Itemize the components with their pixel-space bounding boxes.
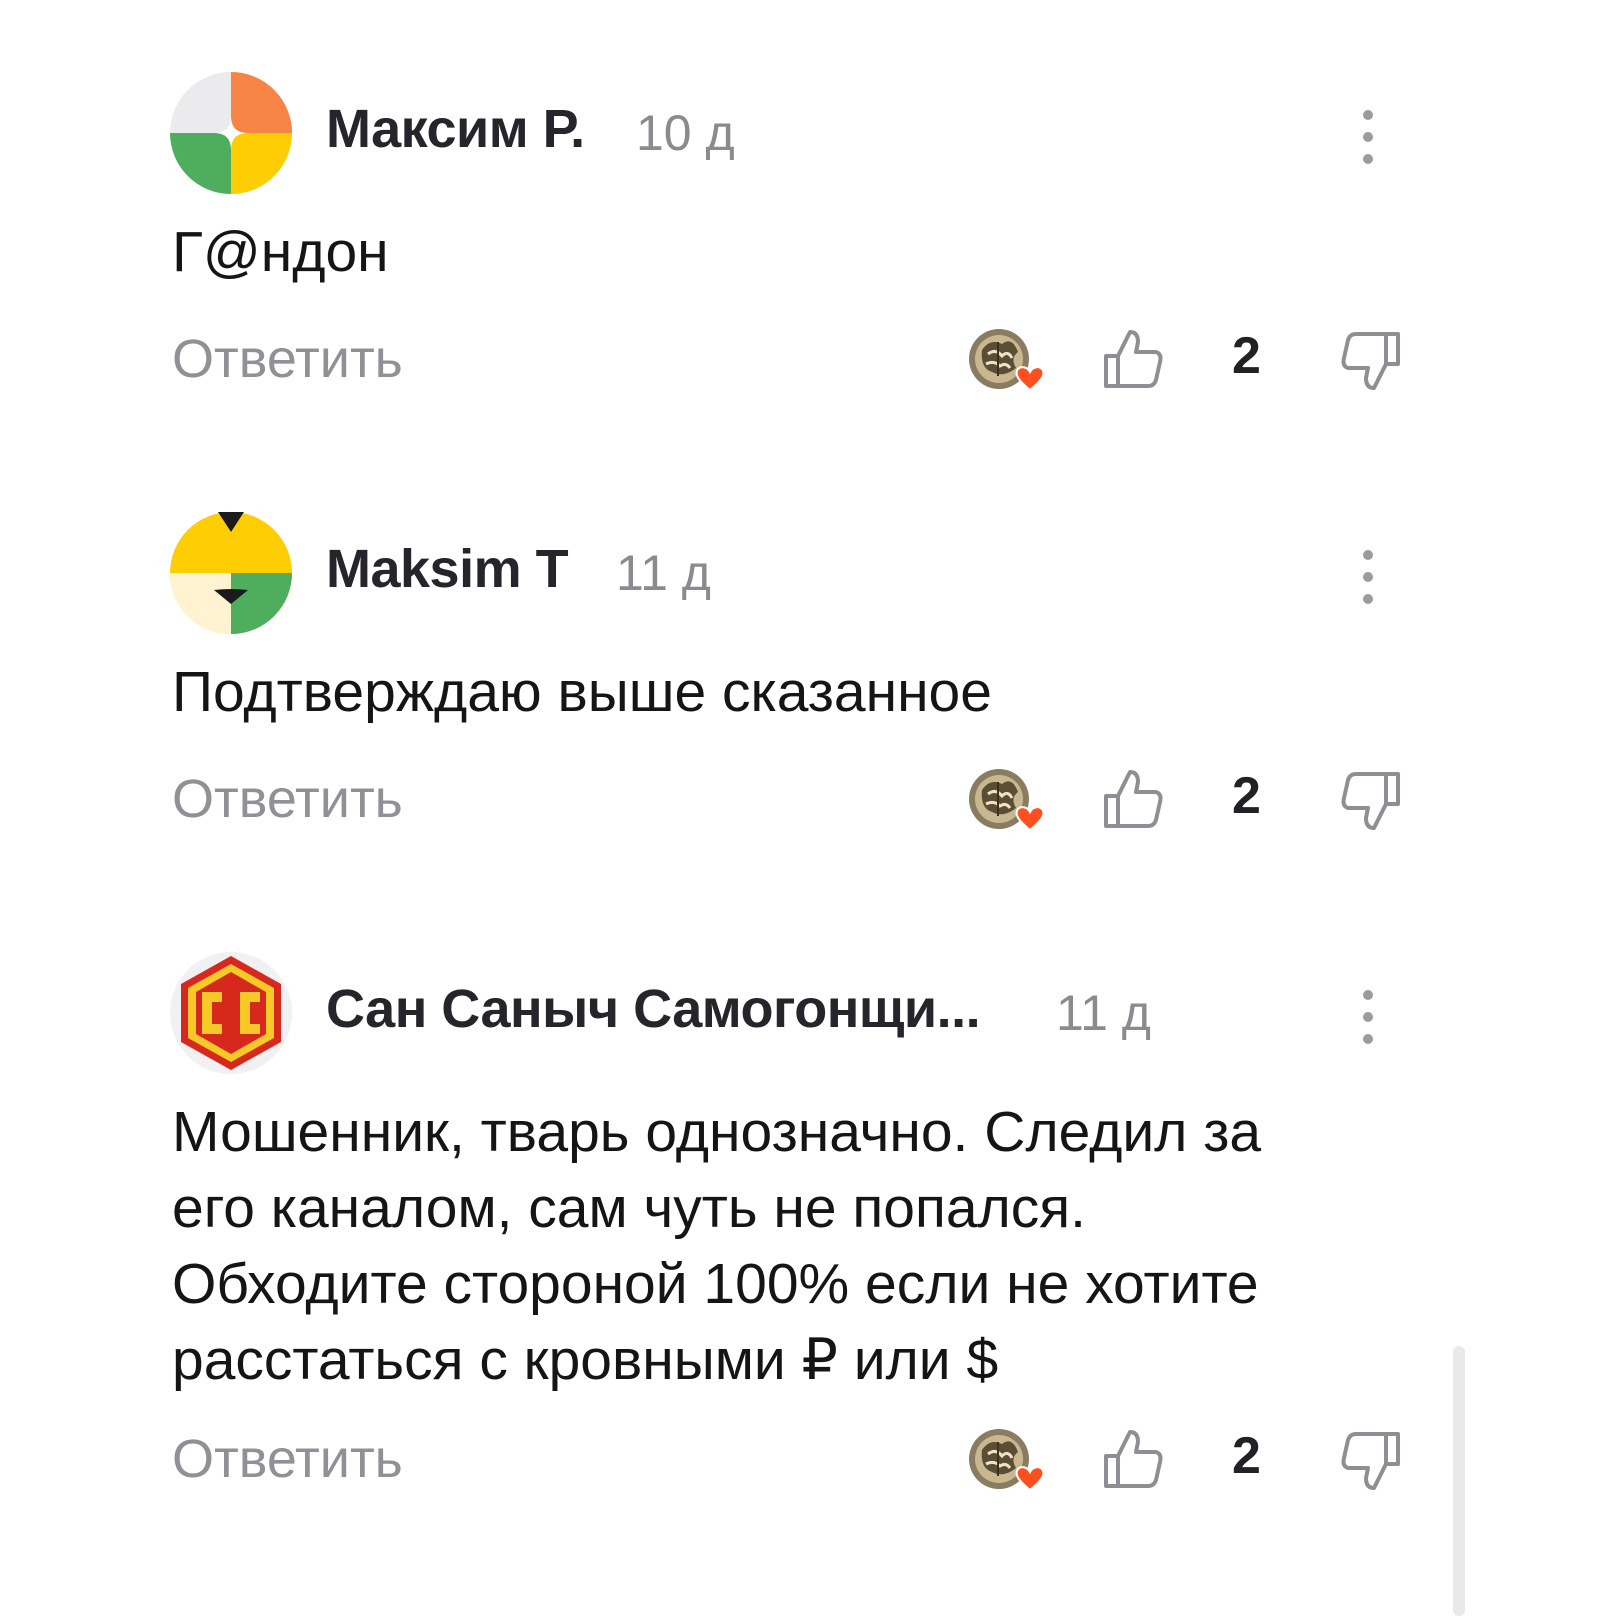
comment-actions: Ответить 2: [0, 1426, 1600, 1508]
like-icon[interactable]: [1100, 1426, 1168, 1494]
comment-text-line: Г@ндон: [172, 220, 389, 284]
comment-text-line: Мошенник, тварь однозначно. Следил за: [172, 1100, 1262, 1164]
like-icon[interactable]: [1100, 326, 1168, 394]
avatar-quadrant-icon: [170, 512, 292, 634]
like-count: 2: [1232, 327, 1261, 385]
reactor-avatar[interactable]: [968, 1428, 1050, 1494]
thumb-up-icon: [1104, 330, 1163, 388]
comment-actions: Ответить 2: [0, 766, 1600, 848]
thumb-down-icon: [1341, 332, 1400, 390]
comment-actions: Ответить 2: [0, 326, 1600, 408]
comment-author[interactable]: Максим Р.: [326, 98, 585, 160]
like-count: 2: [1232, 767, 1261, 825]
comment-time: 11 д: [616, 545, 711, 601]
reactor-avatar[interactable]: [968, 768, 1050, 834]
user-avatar[interactable]: [170, 512, 292, 634]
scrollbar[interactable]: [1453, 1346, 1465, 1616]
reactor-avatar-icon: [969, 1429, 1045, 1492]
comment-text: Мошенник, тварь однозначно. Следил за ег…: [172, 1094, 1261, 1398]
user-avatar[interactable]: [170, 72, 292, 194]
avatar-quadrant-icon: [170, 72, 292, 194]
comment-time: 11 д: [1056, 985, 1151, 1041]
reply-button[interactable]: Ответить: [172, 1428, 403, 1490]
more-options-icon[interactable]: [1356, 550, 1380, 604]
thumb-down-icon: [1341, 772, 1400, 830]
cc-logo-icon: [170, 952, 292, 1074]
comment-author[interactable]: Maksim T: [326, 538, 569, 600]
comment-author[interactable]: Сан Саныч Самогонщи...: [326, 978, 981, 1040]
comment-text: Г@ндон: [172, 214, 389, 290]
thumb-down-icon: [1341, 1432, 1400, 1490]
comment-text-line: его каналом, сам чуть не попался.: [172, 1176, 1086, 1240]
like-count: 2: [1232, 1427, 1261, 1485]
dislike-icon[interactable]: [1336, 1426, 1404, 1494]
reactor-avatar[interactable]: [968, 328, 1050, 394]
reply-button[interactable]: Ответить: [172, 768, 403, 830]
comment-text-line: расстаться с кровными ₽ или $: [172, 1328, 999, 1392]
thumb-up-icon: [1104, 770, 1163, 828]
comment-text: Подтверждаю выше сказанное: [172, 654, 992, 730]
thumb-up-icon: [1104, 1430, 1163, 1488]
more-options-icon[interactable]: [1356, 110, 1380, 164]
comment-text-line: Обходите стороной 100% если не хотите: [172, 1252, 1259, 1316]
comment-time: 10 д: [636, 105, 735, 161]
reactor-avatar-icon: [969, 769, 1045, 832]
dislike-icon[interactable]: [1336, 766, 1404, 834]
user-avatar[interactable]: [170, 952, 292, 1074]
more-options-icon[interactable]: [1356, 990, 1380, 1044]
reply-button[interactable]: Ответить: [172, 328, 403, 390]
like-icon[interactable]: [1100, 766, 1168, 834]
reactor-avatar-icon: [969, 329, 1045, 392]
comment-text-line: Подтверждаю выше сказанное: [172, 660, 992, 724]
dislike-icon[interactable]: [1336, 326, 1404, 394]
